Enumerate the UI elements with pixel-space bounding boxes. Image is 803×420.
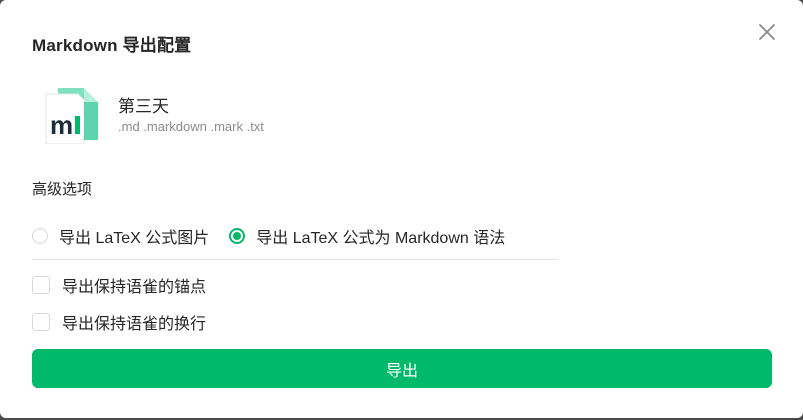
checkbox-unchecked-icon[interactable]	[32, 276, 50, 294]
checkbox-unchecked-icon[interactable]	[32, 313, 50, 331]
radio-label: 导出 LaTeX 公式为 Markdown 语法	[256, 230, 506, 247]
file-name: 第三天	[118, 97, 169, 116]
checkbox-label: 导出保持语雀的换行	[62, 316, 207, 333]
export-button[interactable]: 导出	[32, 349, 772, 388]
checkbox-label: 导出保持语雀的锚点	[62, 279, 207, 296]
markdown-file-icon: m	[44, 86, 102, 145]
checkbox-keep-line-breaks[interactable]: 导出保持语雀的换行	[32, 310, 206, 334]
checkbox-keep-anchors[interactable]: 导出保持语雀的锚点	[32, 273, 206, 297]
divider	[32, 259, 558, 260]
file-icon-letter: m	[50, 110, 73, 140]
radio-latex-image[interactable]: 导出 LaTeX 公式图片	[32, 224, 209, 248]
radio-checked-icon[interactable]	[229, 228, 246, 244]
advanced-options-title: 高级选项	[32, 181, 93, 198]
close-icon[interactable]	[755, 20, 779, 44]
latex-export-radio-group: 导出 LaTeX 公式图片 导出 LaTeX 公式为 Markdown 语法	[32, 222, 525, 250]
radio-unchecked-icon[interactable]	[32, 228, 48, 244]
file-extensions: .md .markdown .mark .txt	[118, 119, 264, 134]
dialog-title: Markdown 导出配置	[32, 36, 192, 55]
file-info: m 第三天 .md .markdown .mark .txt	[44, 86, 444, 146]
markdown-export-dialog: Markdown 导出配置 m 第三天 .md .markdown .mark …	[0, 0, 803, 418]
radio-label: 导出 LaTeX 公式图片	[59, 230, 210, 247]
radio-latex-markdown[interactable]: 导出 LaTeX 公式为 Markdown 语法	[229, 224, 505, 248]
